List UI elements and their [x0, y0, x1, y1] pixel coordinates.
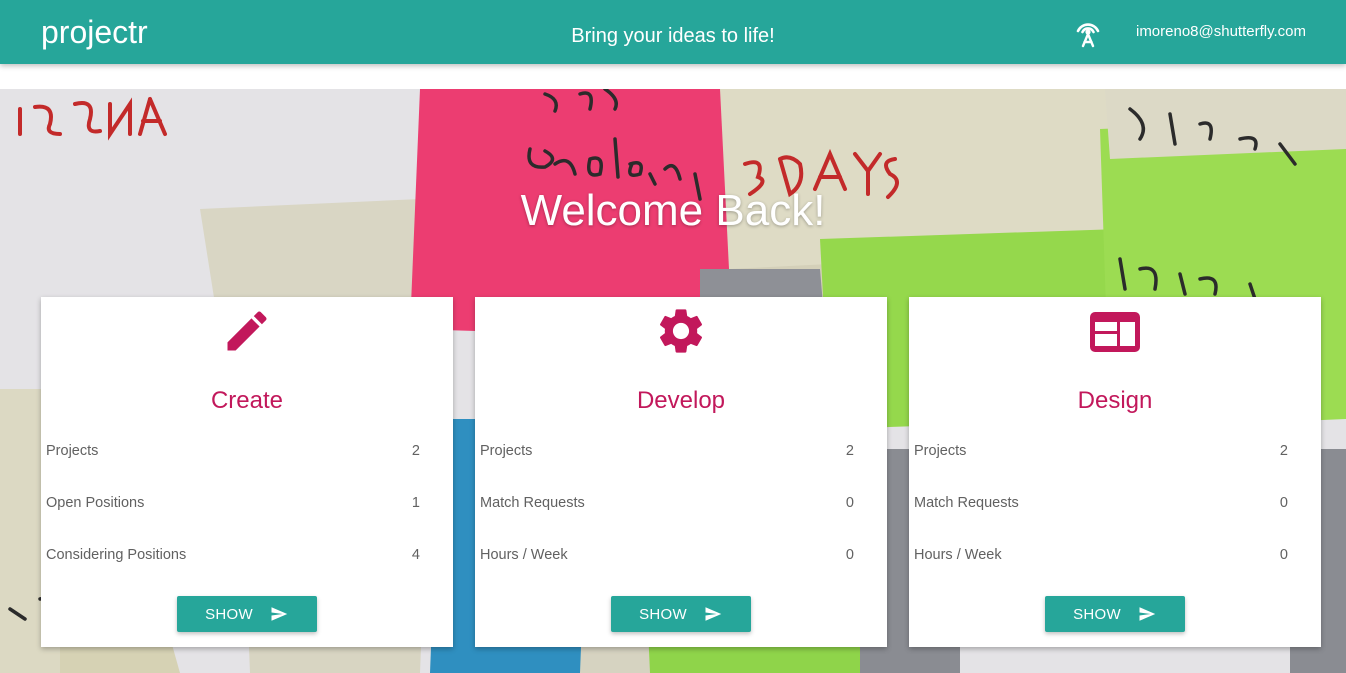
stat-value: 0: [1279, 547, 1288, 563]
brand-logo[interactable]: projectr: [41, 12, 148, 52]
stat-value: 0: [1279, 495, 1288, 511]
web-layout-icon: [909, 303, 1321, 359]
card-title: Design: [1077, 387, 1153, 414]
stat-row: Projects 2: [914, 440, 1288, 462]
stat-row: Considering Positions 4: [46, 544, 420, 566]
gear-icon: [475, 303, 887, 359]
stat-label: Match Requests: [480, 495, 585, 511]
stat-row: Match Requests 0: [480, 492, 854, 514]
stat-value: 2: [411, 443, 420, 459]
stat-label: Projects: [46, 443, 99, 459]
stat-row: Open Positions 1: [46, 492, 420, 514]
show-button[interactable]: SHOW: [1045, 596, 1185, 632]
stat-row: Hours / Week 0: [914, 544, 1288, 566]
develop-card: Develop Projects 2 Match Requests 0 Hour…: [475, 297, 887, 647]
show-button-label: SHOW: [205, 605, 253, 623]
send-icon: [703, 605, 723, 623]
stat-label: Match Requests: [914, 495, 1019, 511]
send-icon: [1137, 605, 1157, 623]
create-card: Create Projects 2 Open Positions 1 Consi…: [41, 297, 453, 647]
stat-value: 1: [411, 495, 420, 511]
stat-value: 2: [845, 443, 854, 459]
stat-label: Open Positions: [46, 495, 145, 511]
stat-row: Hours / Week 0: [480, 544, 854, 566]
stat-label: Considering Positions: [46, 547, 187, 563]
show-button-label: SHOW: [1073, 605, 1121, 623]
stat-value: 4: [411, 547, 420, 563]
stat-label: Projects: [914, 443, 967, 459]
send-icon: [269, 605, 289, 623]
design-card: Design Projects 2 Match Requests 0 Hours…: [909, 297, 1321, 647]
stat-value: 2: [1279, 443, 1288, 459]
stat-label: Projects: [480, 443, 533, 459]
top-app-bar: projectr Bring your ideas to life! imore…: [0, 0, 1346, 64]
stat-row: Projects 2: [480, 440, 854, 462]
user-email-link[interactable]: imoreno8@shutterfly.com: [1136, 22, 1306, 42]
show-button-label: SHOW: [639, 605, 687, 623]
stat-value: 0: [845, 495, 854, 511]
stat-row: Projects 2: [46, 440, 420, 462]
stat-label: Hours / Week: [914, 547, 1002, 563]
card-title: Develop: [636, 387, 726, 414]
show-button[interactable]: SHOW: [177, 596, 317, 632]
stat-value: 0: [845, 547, 854, 563]
stat-row: Match Requests 0: [914, 492, 1288, 514]
broadcast-tower-icon[interactable]: [1070, 15, 1106, 49]
show-button[interactable]: SHOW: [611, 596, 751, 632]
pencil-icon: [41, 303, 453, 359]
card-title: Create: [210, 387, 284, 414]
welcome-heading: Welcome Back!: [520, 186, 826, 235]
stat-label: Hours / Week: [480, 547, 568, 563]
